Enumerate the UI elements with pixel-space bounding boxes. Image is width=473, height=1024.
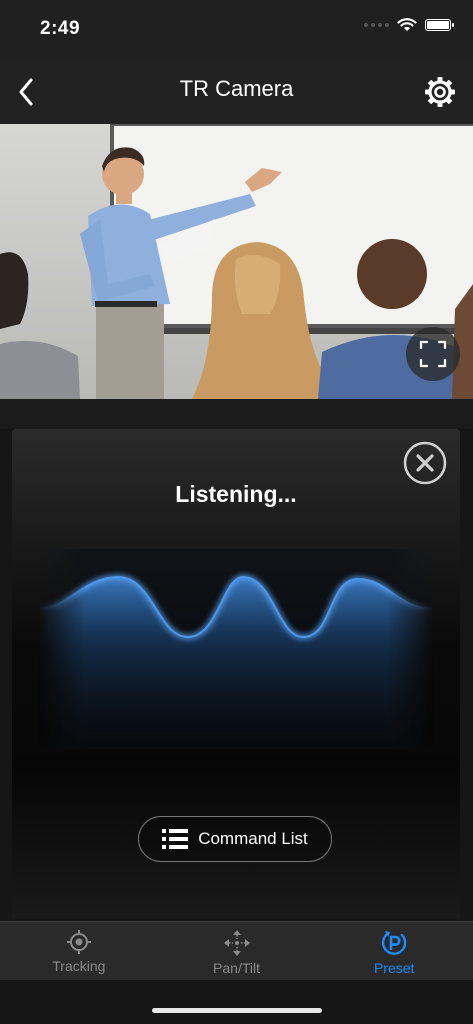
signal-dots-icon [364,23,389,27]
gear-icon [425,77,455,107]
video-controls-spacer [0,399,473,429]
fullscreen-button[interactable] [406,327,460,381]
status-time: 2:49 [40,18,81,39]
voice-waveform [38,549,434,749]
tab-pan-tilt-label: Pan/Tilt [213,960,260,976]
tab-tracking[interactable]: Tracking [0,922,158,980]
preset-p-icon [382,931,407,955]
tab-pan-tilt[interactable]: Pan/Tilt [158,922,316,980]
close-button[interactable] [403,441,447,485]
home-area [0,980,473,1024]
close-circle-icon [403,441,447,485]
command-list-label: Command List [198,829,308,848]
status-bar: 2:49 [0,0,473,60]
tab-preset[interactable]: Preset [315,922,473,980]
tab-tracking-label: Tracking [52,958,106,974]
classroom-scene-image [0,124,473,399]
voice-command-panel: Listening... Command List [12,429,460,919]
settings-button[interactable] [417,68,463,116]
battery-icon [425,19,454,31]
tab-bar: Tracking Pan/Tilt Preset [0,921,473,980]
tab-preset-label: Preset [373,960,415,976]
camera-video-feed[interactable] [0,124,473,399]
command-list-button[interactable]: Command List [138,816,332,862]
nav-bar: TR Camera [0,60,473,124]
list-icon [162,829,189,849]
wifi-icon [397,18,417,31]
status-icons [364,18,454,32]
page-title: TR Camera [179,76,294,101]
fullscreen-icon [419,340,447,368]
listening-status: Listening... [175,481,297,507]
crosshair-icon [66,930,91,954]
home-indicator[interactable] [152,1008,322,1013]
move-arrows-icon [223,930,250,956]
